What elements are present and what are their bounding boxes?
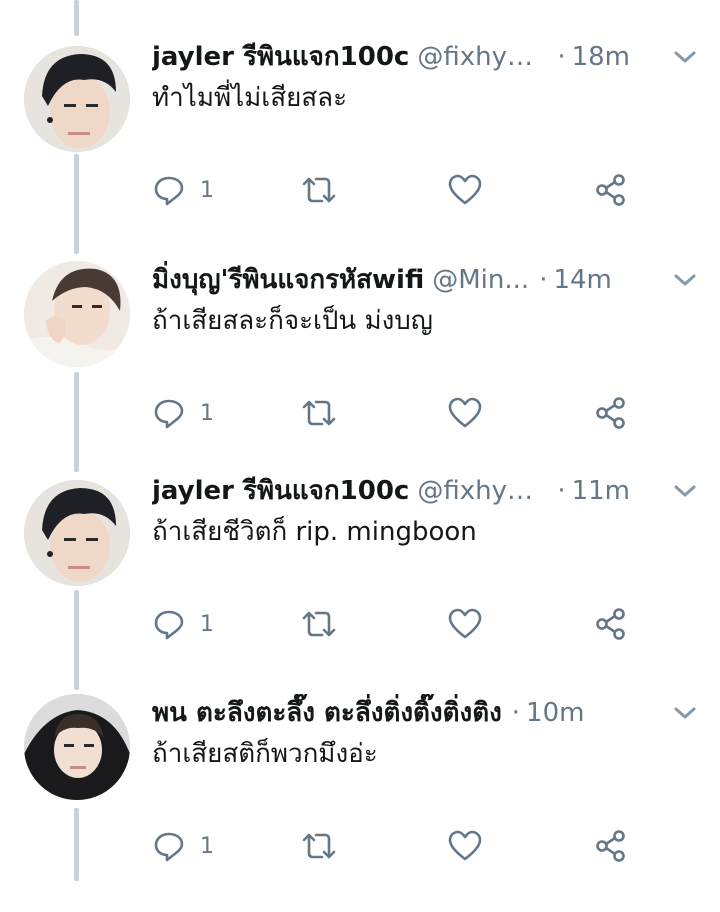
share-icon — [596, 830, 625, 862]
tweet-actions: 1 — [152, 604, 632, 644]
heart-icon — [448, 830, 482, 861]
share-button[interactable] — [594, 170, 628, 210]
chevron-down-icon[interactable] — [672, 704, 698, 722]
tweet-actions: 1 — [152, 826, 632, 866]
retweet-icon — [302, 400, 336, 426]
retweet-button[interactable] — [300, 170, 338, 210]
display-name[interactable]: jayler รีพินแจก100c — [152, 38, 409, 76]
avatar[interactable] — [24, 480, 130, 586]
retweet-icon — [302, 833, 336, 859]
chevron-down-icon[interactable] — [672, 482, 698, 500]
reply-icon — [154, 832, 184, 862]
share-icon — [596, 608, 625, 640]
reply-count: 1 — [200, 611, 214, 637]
timestamp[interactable]: 11m — [572, 472, 630, 510]
tweet-header: พน ตะลึงตะลึ๊ง ตะลึ่งติ่งติ๊งติ่งติง · 1… — [152, 694, 630, 732]
avatar-photo — [24, 261, 130, 367]
separator-dot: · — [511, 698, 521, 728]
reply-button[interactable]: 1 — [152, 393, 214, 433]
separator-dot: · — [557, 476, 566, 506]
reply-icon — [154, 176, 184, 206]
timestamp[interactable]: 18m — [572, 38, 630, 76]
tweet[interactable]: มิ่งบุญ'รีพินแจกรหัสwifi @Min... · 14m ถ… — [0, 261, 720, 479]
like-button[interactable] — [447, 826, 483, 866]
heart-icon — [448, 608, 482, 639]
avatar[interactable] — [24, 694, 130, 800]
avatar-photo — [24, 694, 130, 800]
tweet-actions: 1 — [152, 393, 632, 433]
heart-icon — [448, 174, 482, 205]
reply-count: 1 — [200, 833, 214, 859]
retweet-button[interactable] — [300, 393, 338, 433]
avatar-photo — [24, 480, 130, 586]
display-name[interactable]: มิ่งบุญ'รีพินแจกรหัสwifi — [152, 261, 424, 299]
retweet-button[interactable] — [300, 604, 338, 644]
chevron-down-icon[interactable] — [672, 271, 698, 289]
heart-icon — [448, 397, 482, 428]
avatar[interactable] — [24, 46, 130, 152]
username[interactable]: @fixhyun... — [417, 472, 547, 510]
like-button[interactable] — [447, 170, 483, 210]
tweet[interactable]: jayler รีพินแจก100c @fixhyun... · 18m ทำ… — [0, 38, 720, 256]
tweet-header: jayler รีพินแจก100c @fixhyun... · 11m — [152, 472, 630, 510]
reply-button[interactable]: 1 — [152, 604, 214, 644]
avatar[interactable] — [24, 261, 130, 367]
tweet[interactable]: jayler รีพินแจก100c @fixhyun... · 11m ถ้… — [0, 472, 720, 690]
tweet-header: jayler รีพินแจก100c @fixhyun... · 18m — [152, 38, 630, 76]
reply-count: 1 — [200, 177, 214, 203]
tweet-text: ถ้าเสียสละก็จะเป็น ม่งบญ — [152, 306, 433, 336]
share-button[interactable] — [594, 604, 628, 644]
reply-button[interactable]: 1 — [152, 826, 214, 866]
reply-count: 1 — [200, 400, 214, 426]
timestamp[interactable]: 10m — [526, 694, 584, 732]
tweet-text: ถ้าเสียชีวิตก็ rip. mingboon — [152, 517, 477, 547]
separator-dot: · — [557, 42, 566, 72]
username[interactable]: @fixhyun... — [417, 38, 547, 76]
like-button[interactable] — [447, 604, 483, 644]
retweet-icon — [302, 177, 336, 203]
tweet-text: ถ้าเสียสติก็พวกมึงอ่ะ — [152, 739, 378, 769]
share-icon — [596, 397, 625, 429]
reply-button[interactable]: 1 — [152, 170, 214, 210]
share-icon — [596, 174, 625, 206]
share-button[interactable] — [594, 826, 628, 866]
display-name[interactable]: jayler รีพินแจก100c — [152, 472, 409, 510]
like-button[interactable] — [447, 393, 483, 433]
share-button[interactable] — [594, 393, 628, 433]
reply-icon — [154, 399, 184, 429]
separator-dot: · — [539, 265, 548, 295]
tweet-actions: 1 — [152, 170, 632, 210]
retweet-icon — [302, 611, 336, 637]
reply-icon — [154, 610, 184, 640]
chevron-down-icon[interactable] — [672, 48, 698, 66]
display-name[interactable]: พน ตะลึงตะลึ๊ง ตะลึ่งติ่งติ๊งติ่งติง — [152, 694, 502, 732]
tweet[interactable]: พน ตะลึงตะลึ๊ง ตะลึ่งติ่งติ๊งติ่งติง · 1… — [0, 694, 720, 912]
avatar-photo — [24, 46, 130, 152]
thread-line-top — [74, 0, 79, 36]
timestamp[interactable]: 14m — [553, 261, 611, 299]
retweet-button[interactable] — [300, 826, 338, 866]
tweet-header: มิ่งบุญ'รีพินแจกรหัสwifi @Min... · 14m — [152, 261, 630, 299]
username[interactable]: @Min... — [432, 261, 529, 299]
tweet-text: ทำไมพี่ไม่เสียสละ — [152, 83, 348, 113]
